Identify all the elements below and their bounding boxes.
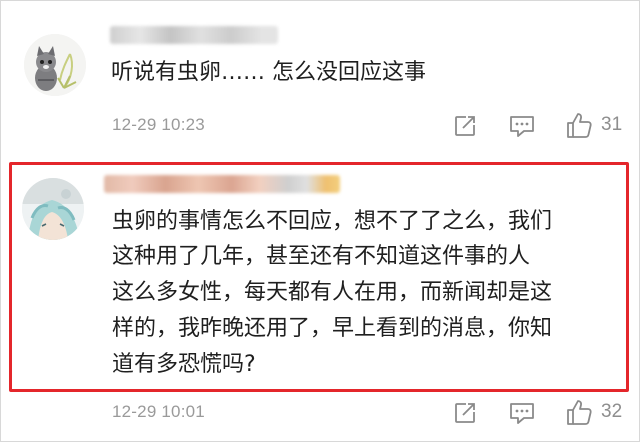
like-button[interactable]: 32 [565, 398, 622, 426]
reply-button[interactable] [509, 114, 535, 138]
like-button[interactable]: 31 [565, 111, 622, 139]
comment-timestamp: 12-29 10:01 [112, 402, 205, 421]
comment-icon [510, 403, 534, 424]
anime-girl-avatar-icon [22, 178, 84, 240]
comment-line: 样的，我昨晚还用了，早上看到的消息，你知 [112, 316, 553, 341]
comment-line: 虫卵的事情怎么不回应，想不了了之么，我们 [112, 209, 553, 234]
like-count: 31 [601, 114, 623, 135]
user-avatar[interactable] [22, 178, 84, 240]
like-count: 32 [601, 401, 623, 422]
thumbs-up-icon [567, 400, 592, 425]
comment-timestamp: 12-29 10:23 [112, 115, 205, 134]
blurred-username[interactable] [110, 26, 278, 44]
comment-line: 这么多女性，每天都有人在用，而新闻却是这 [112, 280, 553, 305]
cat-avatar-icon [24, 34, 86, 96]
blurred-username[interactable] [104, 175, 340, 193]
comment-line: 道有多恐慌吗? [112, 352, 256, 377]
share-icon [455, 116, 475, 136]
comment-text: 听说有虫卵…… 怎么没回应这事 [111, 60, 426, 85]
comment-line: 这种用了几年，甚至还有不知道这件事的人 [112, 244, 531, 269]
share-icon [455, 403, 475, 423]
share-button[interactable] [453, 401, 477, 425]
share-button[interactable] [453, 114, 477, 138]
comment-icon [510, 116, 534, 137]
reply-button[interactable] [509, 401, 535, 425]
thumbs-up-icon [567, 113, 592, 138]
user-avatar[interactable] [24, 34, 86, 96]
